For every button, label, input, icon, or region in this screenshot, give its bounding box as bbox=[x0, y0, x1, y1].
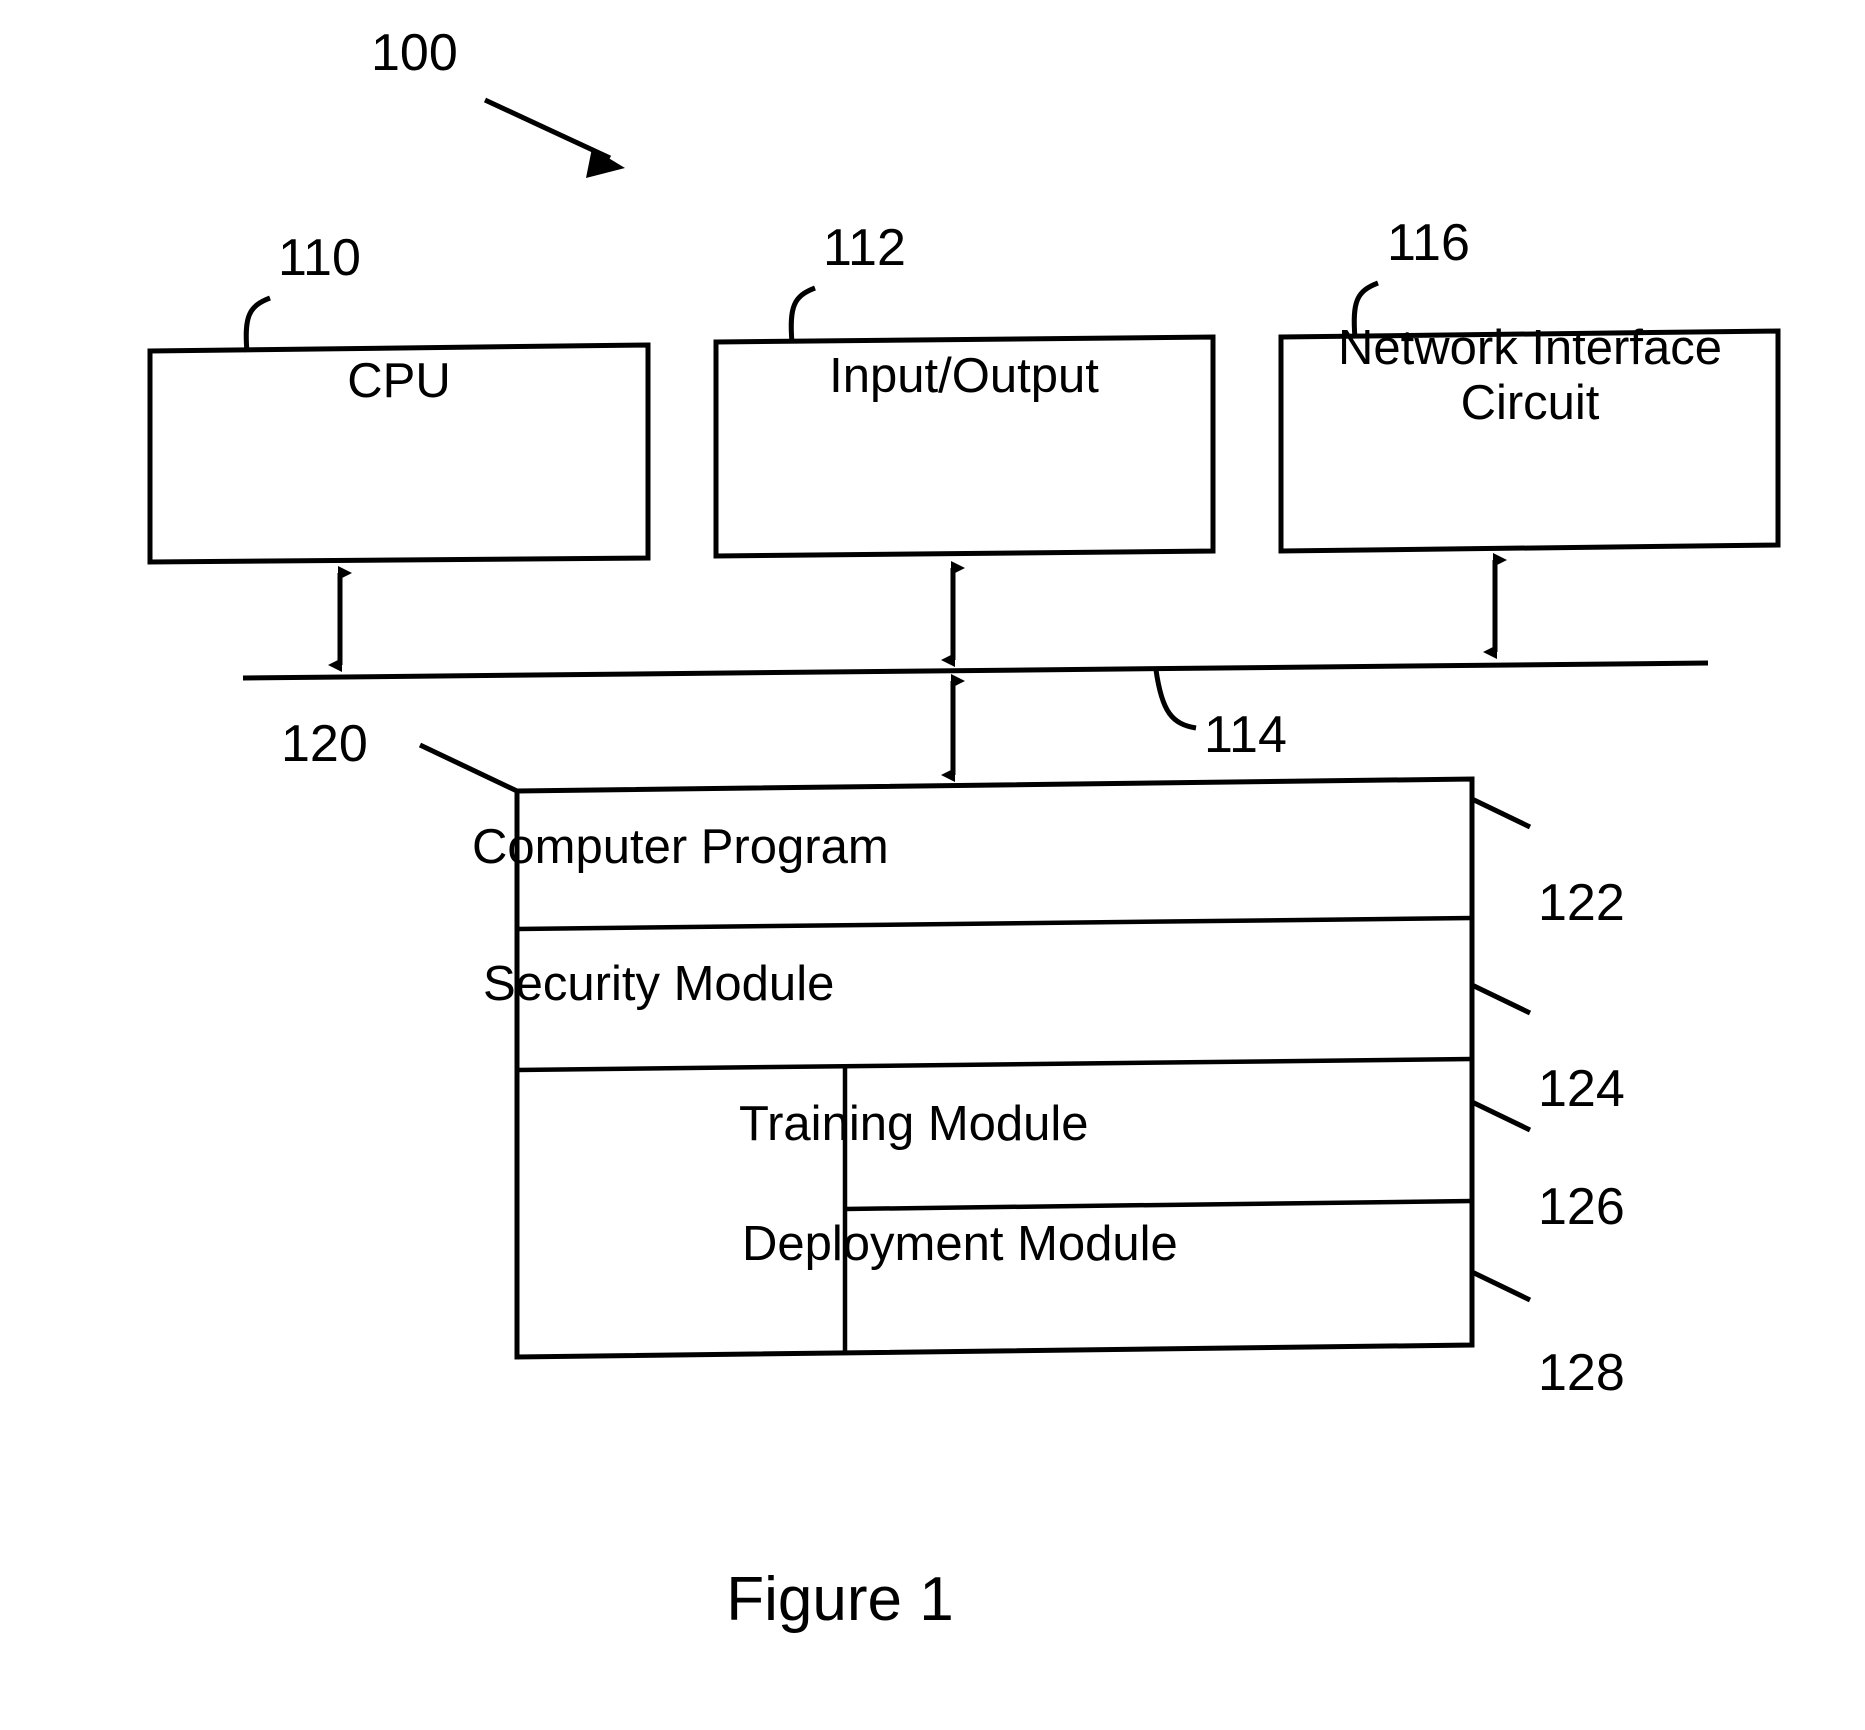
figure-caption: Figure 1 bbox=[726, 1565, 953, 1634]
nic-label-line2: Circuit bbox=[1461, 376, 1600, 430]
cpu-ref-leader bbox=[243, 295, 271, 353]
training-module-text: Training Module bbox=[739, 1097, 1089, 1151]
ref-122: 122 bbox=[1538, 874, 1625, 932]
figure-canvas: 100 110 CPU 112 Input/Output 116 Network… bbox=[147, 24, 1781, 1634]
ref-120: 120 bbox=[281, 715, 368, 773]
io-label: Input/Output bbox=[829, 349, 1099, 403]
ref-112: 112 bbox=[823, 219, 906, 277]
ref-leader-126 bbox=[1470, 1099, 1532, 1133]
ref-110: 110 bbox=[278, 229, 361, 287]
ref-126: 126 bbox=[1538, 1178, 1625, 1236]
ref-leader-128 bbox=[1470, 1269, 1532, 1303]
system-ref-arrow bbox=[483, 97, 625, 178]
cpu-label: CPU bbox=[347, 354, 450, 408]
ref-114: 114 bbox=[1204, 706, 1287, 764]
ref-leader-122 bbox=[1470, 796, 1532, 830]
nic-label-line1: Network Interface bbox=[1338, 321, 1722, 375]
computer-program-text: Computer Program bbox=[472, 820, 889, 874]
io-ref-leader bbox=[788, 285, 816, 344]
security-module-text: Security Module bbox=[483, 957, 834, 1011]
ref-128: 128 bbox=[1538, 1344, 1625, 1402]
ref-leader-124 bbox=[1470, 982, 1532, 1016]
patent-figure-1: 100 110 CPU 112 Input/Output 116 Network… bbox=[0, 0, 1865, 1730]
bus-line bbox=[242, 660, 1709, 731]
ref-124: 124 bbox=[1538, 1060, 1625, 1118]
ref-116: 116 bbox=[1387, 214, 1470, 272]
memory-ref-leader bbox=[418, 742, 519, 794]
deployment-module-text: Deployment Module bbox=[742, 1217, 1178, 1271]
ref-100: 100 bbox=[371, 24, 458, 82]
